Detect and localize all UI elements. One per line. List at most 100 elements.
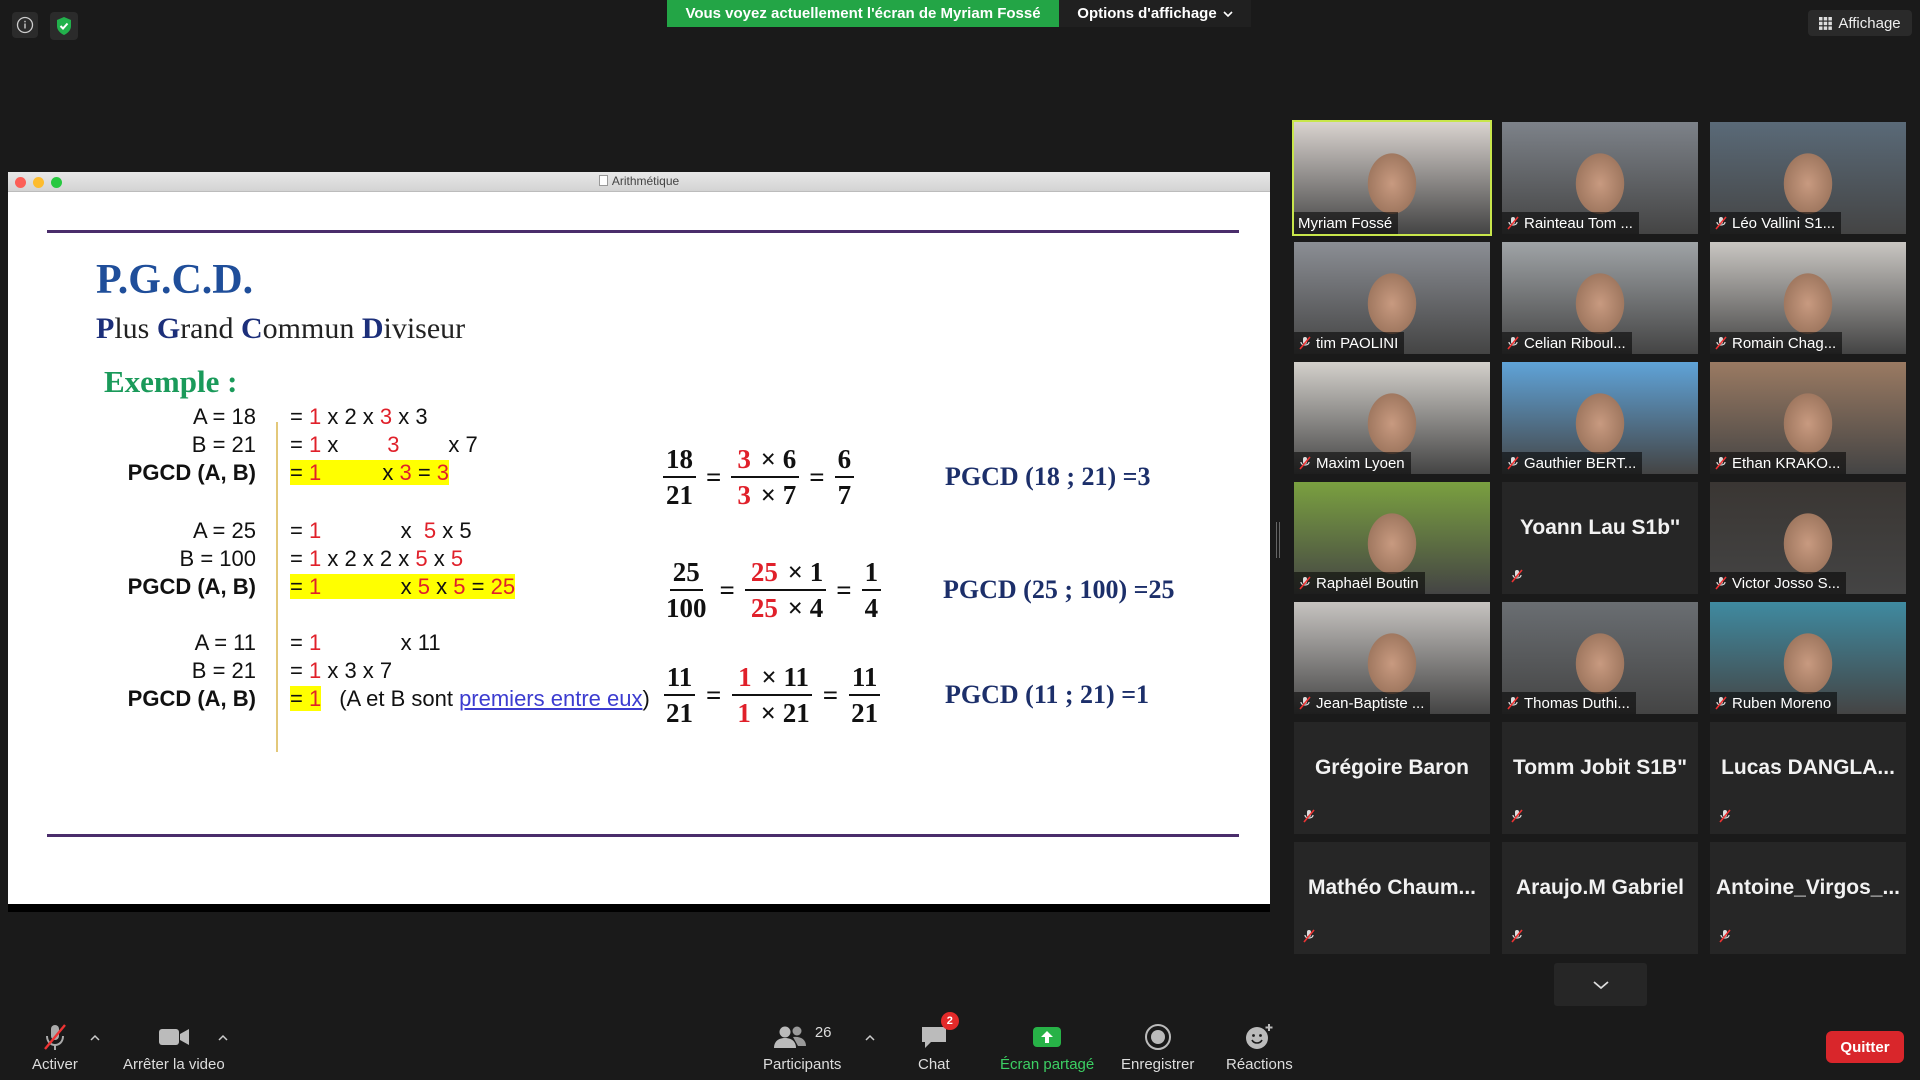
- participant-tile[interactable]: Lucas DANGLA...: [1710, 722, 1906, 834]
- chevron-down-icon: [1223, 10, 1233, 17]
- fraction: 18 21: [663, 442, 696, 512]
- example-label: A = 18: [192, 404, 256, 429]
- microphone-muted-icon: [1507, 336, 1519, 350]
- participants-options-chevron[interactable]: [865, 1028, 875, 1046]
- record-icon: [1144, 1024, 1171, 1050]
- shield-icon[interactable]: [50, 12, 78, 40]
- participant-name-label: Jean-Baptiste ...: [1294, 692, 1431, 714]
- participant-name: Ruben Moreno: [1732, 694, 1832, 712]
- microphone-muted-icon: [1507, 456, 1519, 470]
- slide-title: P.G.C.D.: [96, 257, 254, 303]
- example-label: B = 21: [191, 658, 256, 683]
- fraction: 3 × 63 × 7: [731, 442, 800, 512]
- equals-sign: =: [822, 679, 839, 710]
- chat-button[interactable]: 2 Chat: [918, 1012, 959, 1073]
- equals-sign: =: [706, 461, 722, 492]
- scroll-down-button[interactable]: [1554, 963, 1647, 1006]
- participant-name: Romain Chag...: [1732, 334, 1837, 352]
- participant-tile[interactable]: Celian Riboul...: [1502, 242, 1698, 354]
- coprime-note: (A et B sont premiers entre eux): [339, 686, 650, 711]
- reactions-label: Réactions: [1226, 1056, 1293, 1073]
- participant-name: Mathéo Chaum...: [1307, 876, 1476, 899]
- microphone-muted-icon: [1715, 216, 1727, 230]
- audio-options-chevron[interactable]: [90, 1028, 100, 1046]
- participant-tile[interactable]: Myriam Fossé: [1292, 120, 1492, 236]
- participant-name: Grégoire Baron: [1314, 756, 1470, 779]
- participant-tile[interactable]: Antoine_Virgos_...: [1710, 842, 1906, 954]
- participant-name-label: Maxim Lyoen: [1294, 452, 1411, 474]
- participant-name-label: Romain Chag...: [1710, 332, 1843, 354]
- stop-video-button[interactable]: Arrêter la video: [123, 1018, 225, 1073]
- fraction-simplification: 11 21 = 1 × 11 1 × 21 = 11 21: [663, 660, 881, 730]
- microphone-muted-icon: [1715, 696, 1727, 710]
- pgcd-result: PGCD (25 ; 100) =25: [943, 575, 1175, 604]
- participant-tile[interactable]: Mathéo Chaum...: [1294, 842, 1490, 954]
- pgcd-result: PGCD (11 ; 21) =1: [945, 680, 1150, 709]
- record-button[interactable]: Enregistrer: [1121, 1018, 1194, 1073]
- participant-name-label: Myriam Fossé: [1294, 212, 1399, 234]
- participant-name-label: Rainteau Tom ...: [1502, 212, 1639, 234]
- participant-tile[interactable]: Thomas Duthi...: [1502, 602, 1698, 714]
- participant-tile[interactable]: Rainteau Tom ...: [1502, 122, 1698, 234]
- chat-unread-badge: 2: [940, 1012, 959, 1030]
- participant-tile[interactable]: Yoann Lau S1b'': [1502, 482, 1698, 594]
- emoji-smile-icon: [1246, 1024, 1273, 1049]
- microphone-muted-icon: [1299, 336, 1311, 350]
- participant-tile[interactable]: Grégoire Baron: [1294, 722, 1490, 834]
- coprime-link[interactable]: premiers entre eux: [459, 686, 642, 711]
- stop-video-label: Arrêter la video: [123, 1056, 225, 1073]
- participant-tile[interactable]: Araujo.M Gabriel: [1502, 842, 1698, 954]
- participant-name-label: Gauthier BERT...: [1502, 452, 1643, 474]
- example-decomposition: = 1 x 3 x 7: [290, 658, 393, 683]
- example-label: PGCD (A, B): [127, 460, 256, 485]
- participant-tile[interactable]: Gauthier BERT...: [1502, 362, 1698, 474]
- microphone-muted-icon: [1715, 456, 1727, 470]
- participant-tile[interactable]: Victor Josso S...: [1710, 482, 1906, 594]
- participants-button[interactable]: 26 Participants: [763, 1018, 841, 1074]
- participant-tile[interactable]: Ruben Moreno: [1710, 602, 1906, 714]
- example-decomposition: = 1 (A et B sont premiers entre eux): [290, 686, 650, 711]
- slide-subtitle: Plus Grand Commun Diviseur: [96, 312, 466, 345]
- example-decomposition: = 1 x 11: [290, 630, 441, 655]
- participant-name: Lucas DANGLA...: [1721, 756, 1895, 779]
- gallery-view-button[interactable]: Affichage: [1808, 10, 1912, 36]
- fraction: 67: [834, 442, 855, 512]
- participant-name-label: Celian Riboul...: [1502, 332, 1632, 354]
- view-options-button[interactable]: Options d'affichage: [1059, 0, 1251, 27]
- participant-name-label: tim PAOLINI: [1294, 332, 1405, 354]
- participant-name: Victor Josso S...: [1732, 574, 1841, 592]
- participant-name-label: Raphaël Boutin: [1294, 572, 1425, 594]
- microphone-muted-icon: [1718, 929, 1732, 948]
- example-decomposition: = 1 x 2 x 2 x 5 x 5: [290, 546, 464, 571]
- splitter-handle[interactable]: [1276, 522, 1280, 558]
- participant-tile[interactable]: Ethan KRAKO...: [1710, 362, 1906, 474]
- participant-name-label: Ruben Moreno: [1710, 692, 1838, 714]
- microphone-muted-icon: [44, 1024, 66, 1050]
- participant-tile[interactable]: Tomm Jobit S1B": [1502, 722, 1698, 834]
- unmute-button[interactable]: Activer: [32, 1018, 78, 1073]
- chevron-up-icon: [218, 1034, 228, 1041]
- example-decomposition: = 1 x 5 x 5 = 25: [290, 574, 516, 599]
- microphone-muted-icon: [1302, 809, 1316, 828]
- microphone-muted-icon: [1510, 929, 1524, 948]
- example-label: PGCD (A, B): [127, 686, 256, 711]
- info-icon[interactable]: [12, 12, 38, 38]
- participant-tile[interactable]: Maxim Lyoen: [1294, 362, 1490, 474]
- participant-tile[interactable]: Romain Chag...: [1710, 242, 1906, 354]
- participant-tile[interactable]: Jean-Baptiste ...: [1294, 602, 1490, 714]
- participant-tile[interactable]: tim PAOLINI: [1294, 242, 1490, 354]
- unmute-label: Activer: [32, 1056, 78, 1073]
- fraction-simplification: 18 21 = 3 × 63 × 7 = 6 7: [663, 442, 855, 512]
- participant-tile[interactable]: Raphaël Boutin: [1294, 482, 1490, 594]
- document-icon: [598, 175, 608, 186]
- participants-icon: [773, 1026, 806, 1048]
- video-options-chevron[interactable]: [218, 1028, 228, 1046]
- column-separator: [276, 422, 278, 752]
- fraction: 25 × 1 25 × 4: [744, 555, 827, 625]
- reactions-button[interactable]: Réactions: [1226, 1018, 1293, 1073]
- record-label: Enregistrer: [1121, 1056, 1195, 1073]
- leave-meeting-button[interactable]: Quitter: [1826, 1031, 1904, 1063]
- window-titlebar: Arithmétique: [8, 172, 1270, 192]
- participant-tile[interactable]: Léo Vallini S1...: [1710, 122, 1906, 234]
- share-screen-button[interactable]: Écran partagé: [1000, 1018, 1094, 1073]
